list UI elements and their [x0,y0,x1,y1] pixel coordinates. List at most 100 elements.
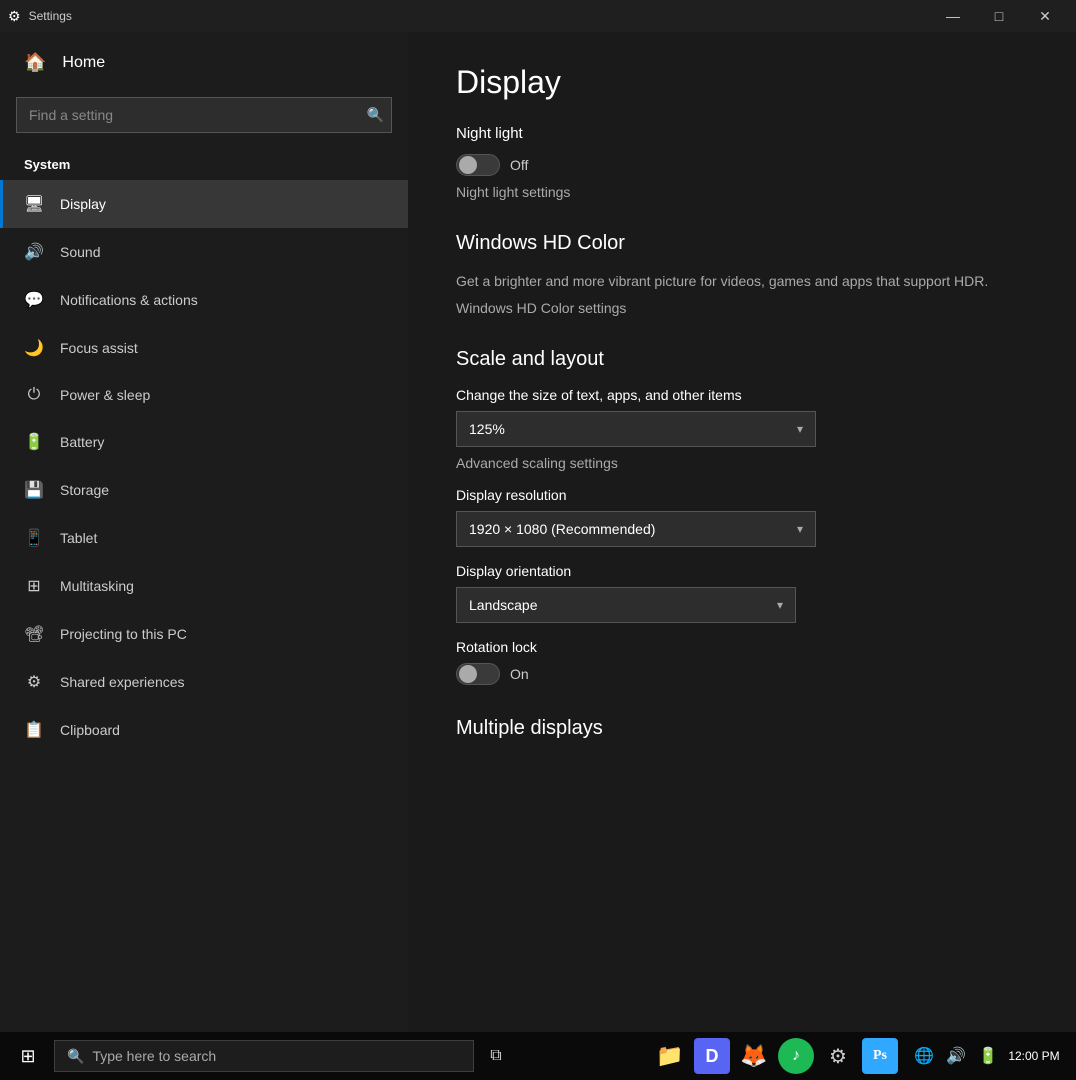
tablet-icon: 📱 [24,528,44,548]
system-section-label: System [0,149,408,180]
settings-icon: ⚙ [8,8,21,25]
volume-icon[interactable]: 🔊 [940,1040,972,1072]
scale-layout-title: Scale and layout [456,348,1028,371]
firefox-icon[interactable]: 🦊 [734,1036,774,1076]
sidebar-item-label: Shared experiences [60,674,185,690]
discord-logo: D [706,1046,719,1067]
scale-layout-section: Scale and layout Change the size of text… [456,348,1028,685]
home-icon: 🏠 [24,52,46,73]
sidebar-item-display[interactable]: 🖥 Display [0,180,408,228]
sidebar-item-label: Display [60,196,106,212]
sidebar-item-notifications[interactable]: 💬 Notifications & actions [0,276,408,324]
rotation-lock-label: Rotation lock [456,639,1028,655]
sidebar-item-label: Tablet [60,530,97,546]
multiple-displays-section: Multiple displays [456,717,1028,740]
maximize-button[interactable]: □ [976,0,1022,32]
discord-icon[interactable]: D [694,1038,730,1074]
display-orientation-label: Display orientation [456,563,1028,579]
hd-color-title: Windows HD Color [456,232,1028,255]
rotation-lock-toggle-container: On [456,663,1028,685]
sidebar-item-focus-assist[interactable]: 🌙 Focus assist [0,324,408,372]
page-title: Display [456,64,1028,101]
title-bar: ⚙ Settings — □ ✕ [0,0,1076,32]
taskbar-app-icons: 📁 D 🦊 ♪ ⚙ Ps [650,1036,898,1076]
windows-icon: ⊞ [20,1046,35,1067]
firefox-logo: 🦊 [740,1043,767,1069]
sidebar-item-multitasking[interactable]: ⊞ Multitasking [0,562,408,610]
minimize-button[interactable]: — [930,0,976,32]
chevron-down-icon: ▾ [797,522,803,536]
night-light-state: Off [510,157,528,173]
sidebar-item-sound[interactable]: 🔊 Sound [0,228,408,276]
network-icon[interactable]: 🌐 [908,1040,940,1072]
sidebar-item-projecting[interactable]: 📽 Projecting to this PC [0,610,408,658]
sidebar-item-label: Multitasking [60,578,134,594]
sidebar-item-battery[interactable]: 🔋 Battery [0,418,408,466]
windows-hd-color-section: Windows HD Color Get a brighter and more… [456,232,1028,316]
night-light-toggle[interactable] [456,154,500,176]
sidebar-item-shared[interactable]: ⚙ Shared experiences [0,658,408,706]
sidebar-item-storage[interactable]: 💾 Storage [0,466,408,514]
sidebar-item-clipboard[interactable]: 📋 Clipboard [0,706,408,754]
sidebar-item-home[interactable]: 🏠 Home [0,32,408,93]
hd-color-desc: Get a brighter and more vibrant picture … [456,271,1028,292]
taskbar-search-box[interactable]: 🔍 Type here to search [54,1040,474,1072]
night-light-label: Night light [456,125,1028,142]
advanced-scaling-link[interactable]: Advanced scaling settings [456,455,1028,471]
task-view-icon: ⧉ [490,1047,501,1065]
rotation-lock-state: On [510,666,529,682]
sidebar-item-tablet[interactable]: 📱 Tablet [0,514,408,562]
toggle-knob [459,156,477,174]
start-button[interactable]: ⊞ [4,1032,52,1080]
notifications-icon: 💬 [24,290,44,310]
change-size-label: Change the size of text, apps, and other… [456,387,1028,403]
sidebar: 🏠 Home 🔍 System 🖥 Display 🔊 Sound 💬 Noti… [0,32,408,1032]
spotify-icon[interactable]: ♪ [778,1038,814,1074]
search-icon[interactable]: 🔍 [367,107,384,124]
sidebar-item-label: Focus assist [60,340,138,356]
sidebar-item-power-sleep[interactable]: ⏻ Power & sleep [0,372,408,418]
orientation-dropdown[interactable]: Landscape ▾ [456,587,796,623]
power-sleep-icon: ⏻ [24,386,44,404]
night-light-settings-link[interactable]: Night light settings [456,184,1028,200]
sidebar-item-label: Clipboard [60,722,120,738]
shared-icon: ⚙ [24,672,44,692]
search-input[interactable] [16,97,392,133]
battery-sys-icon[interactable]: 🔋 [972,1040,1004,1072]
hd-color-settings-link[interactable]: Windows HD Color settings [456,300,1028,316]
taskbar-search-text: Type here to search [92,1048,216,1064]
toggle-knob [459,665,477,683]
scale-dropdown[interactable]: 125% ▾ [456,411,816,447]
night-light-section: Night light Off Night light settings [456,125,1028,200]
title-bar-controls: — □ ✕ [930,0,1068,32]
close-button[interactable]: ✕ [1022,0,1068,32]
sound-icon: 🔊 [24,242,44,262]
clipboard-icon: 📋 [24,720,44,740]
resolution-dropdown[interactable]: 1920 × 1080 (Recommended) ▾ [456,511,816,547]
nav-list: 🖥 Display 🔊 Sound 💬 Notifications & acti… [0,180,408,1032]
storage-icon: 💾 [24,480,44,500]
app-container: 🏠 Home 🔍 System 🖥 Display 🔊 Sound 💬 Noti… [0,32,1076,1032]
multitasking-icon: ⊞ [24,576,44,596]
display-icon: 🖥 [24,194,44,214]
chevron-down-icon: ▾ [797,422,803,436]
taskbar: ⊞ 🔍 Type here to search ⧉ 📁 D 🦊 ♪ ⚙ Ps 🌐 [0,1032,1076,1080]
task-view-button[interactable]: ⧉ [476,1036,516,1076]
photoshop-logo: Ps [873,1048,887,1064]
rotation-lock-toggle[interactable] [456,663,500,685]
clock[interactable]: 12:00 PM [1004,1040,1064,1072]
gear-icon: ⚙ [829,1044,847,1069]
multiple-displays-title: Multiple displays [456,717,1028,740]
night-light-toggle-container: Off [456,154,1028,176]
file-explorer-icon[interactable]: 📁 [650,1036,690,1076]
focus-assist-icon: 🌙 [24,338,44,358]
search-box: 🔍 [16,97,392,133]
photoshop-icon[interactable]: Ps [862,1038,898,1074]
taskbar-search-icon: 🔍 [67,1048,84,1065]
taskbar-sys-icons: 🌐 🔊 🔋 12:00 PM [900,1032,1072,1080]
folder-icon: 📁 [656,1043,683,1069]
title-bar-left: ⚙ Settings [8,8,72,25]
resolution-value: 1920 × 1080 (Recommended) [469,521,655,537]
settings-taskbar-icon[interactable]: ⚙ [818,1036,858,1076]
sidebar-item-label: Storage [60,482,109,498]
